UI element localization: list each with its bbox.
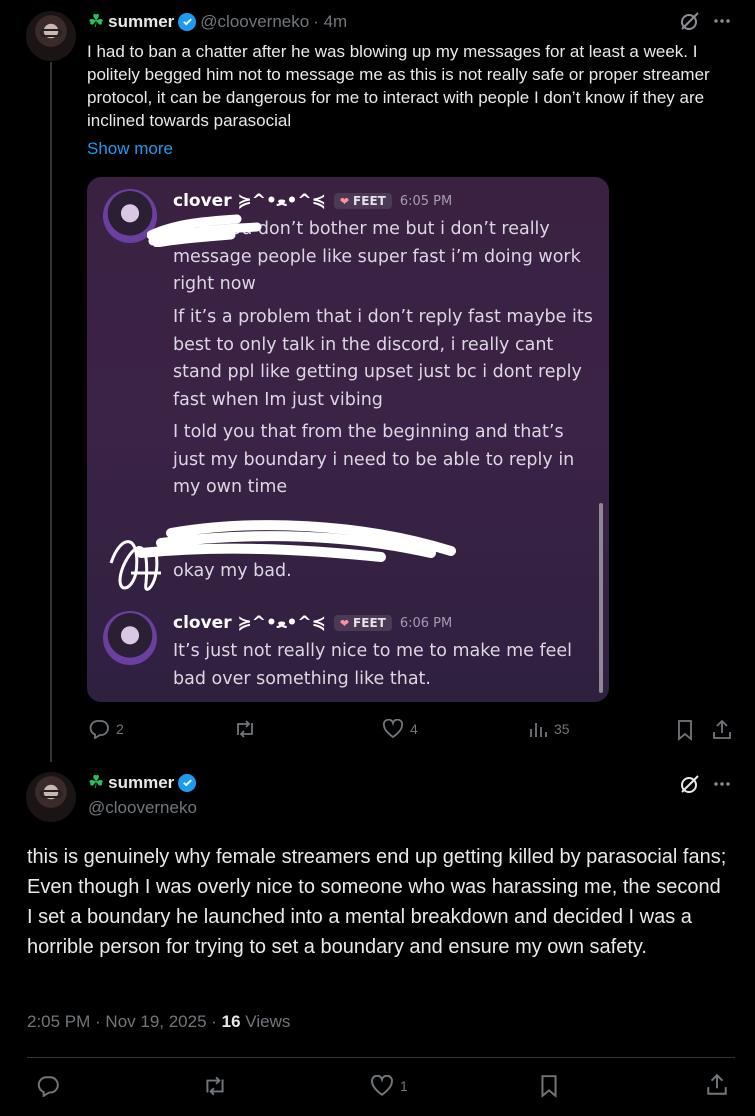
thread-connector-line [50, 62, 52, 762]
tweet2-meta: 2:05 PM · Nov 19, 2025 · 16 Views [27, 1012, 290, 1032]
avatar[interactable] [26, 11, 76, 61]
discord-username: clover ≽^•ﻌ•^≼ [173, 191, 326, 211]
clover-emoji: ☘ [88, 11, 105, 31]
heart-icon: ❤ [339, 194, 350, 208]
repost-icon [237, 720, 253, 738]
clover-emoji: ☘ [88, 772, 105, 792]
tweet1-author-row: ☘ summer @clooverneko · 4m [88, 11, 347, 32]
grok-icon[interactable] [679, 773, 701, 800]
discord-role-tag-2: ❤ FEET [333, 615, 392, 631]
views-button[interactable]: 35 [528, 719, 570, 739]
like-button[interactable]: 4 [382, 719, 418, 739]
share-button-2[interactable] [705, 1073, 729, 1097]
share-icon [707, 1073, 727, 1095]
discord-msg3-header: clover ≽^•ﻌ•^≼ ❤ FEET 6:06 PM [173, 613, 452, 633]
discord-msg1-line3: I told you that from the beginning and t… [173, 422, 575, 497]
repost-icon [206, 1076, 224, 1096]
repost-button-2[interactable] [202, 1075, 228, 1097]
grok-icon[interactable] [679, 10, 701, 37]
tweet1-text: I had to ban a chatter after he was blow… [87, 42, 710, 130]
discord-screenshot-image[interactable]: clover ≽^•ﻌ•^≼ ❤ FEET 6:05 PM okay you do… [87, 177, 609, 702]
like-button-2[interactable]: 1 [370, 1075, 408, 1097]
discord-msg1-header: clover ≽^•ﻌ•^≼ ❤ FEET 6:05 PM [173, 191, 452, 211]
handle-2[interactable]: @clooverneko [88, 798, 197, 818]
discord-role-tag: ❤ FEET [333, 193, 392, 209]
bookmark-button-2[interactable] [538, 1074, 560, 1098]
post-time[interactable]: · 4m [313, 12, 347, 32]
discord-msg3: It’s just not really nice to me to make … [173, 641, 573, 689]
discord-username-2: clover ≽^•ﻌ•^≼ [173, 613, 326, 633]
verified-badge-icon [178, 12, 197, 31]
more-options-icon[interactable] [712, 775, 732, 798]
bookmark-icon [678, 720, 692, 741]
bookmark-icon [541, 1075, 557, 1098]
repost-button[interactable] [233, 719, 263, 739]
display-name-2[interactable]: summer [108, 773, 174, 793]
avatar-2[interactable] [26, 772, 76, 822]
views-count: 16 [221, 1012, 241, 1031]
discord-time: 6:05 PM [399, 193, 453, 209]
share-icon [713, 719, 731, 739]
heart-outline-icon [371, 1075, 393, 1096]
discord-time-2: 6:06 PM [399, 615, 453, 631]
show-more-link[interactable]: Show more [87, 139, 173, 159]
display-name[interactable]: summer [108, 12, 174, 32]
reply-icon [37, 1076, 59, 1097]
view-count: 35 [554, 721, 570, 737]
analytics-icon [530, 723, 547, 737]
redaction-scribble [147, 214, 262, 247]
bookmark-button[interactable] [675, 719, 695, 741]
share-button[interactable] [711, 719, 733, 741]
tweet2-text: this is genuinely why female streamers e… [27, 846, 727, 958]
timestamp[interactable]: 2:05 PM · Nov 19, 2025 · [27, 1012, 222, 1031]
reply-count: 2 [116, 721, 124, 737]
heart-icon: ❤ [339, 616, 350, 630]
divider [27, 1057, 735, 1058]
reply-icon [89, 720, 109, 739]
reply-button-2[interactable] [36, 1075, 60, 1097]
views-label: Views [240, 1012, 291, 1031]
tweet2-author-row: ☘ summer [88, 772, 197, 793]
like-count: 4 [410, 721, 418, 737]
discord-msg2: okay my bad. [173, 561, 292, 581]
more-options-icon[interactable] [712, 12, 732, 35]
verified-badge-icon [178, 773, 197, 792]
discord-scrollbar [599, 503, 603, 693]
heart-outline-icon [382, 719, 404, 739]
reply-button[interactable]: 2 [88, 719, 124, 739]
like-count-2: 1 [400, 1078, 408, 1094]
handle[interactable]: @clooverneko [200, 12, 309, 32]
discord-avatar-2 [103, 611, 157, 665]
discord-msg1-line2: If it’s a problem that i don’t reply fas… [173, 307, 593, 410]
redaction-scribble-2 [109, 520, 456, 591]
